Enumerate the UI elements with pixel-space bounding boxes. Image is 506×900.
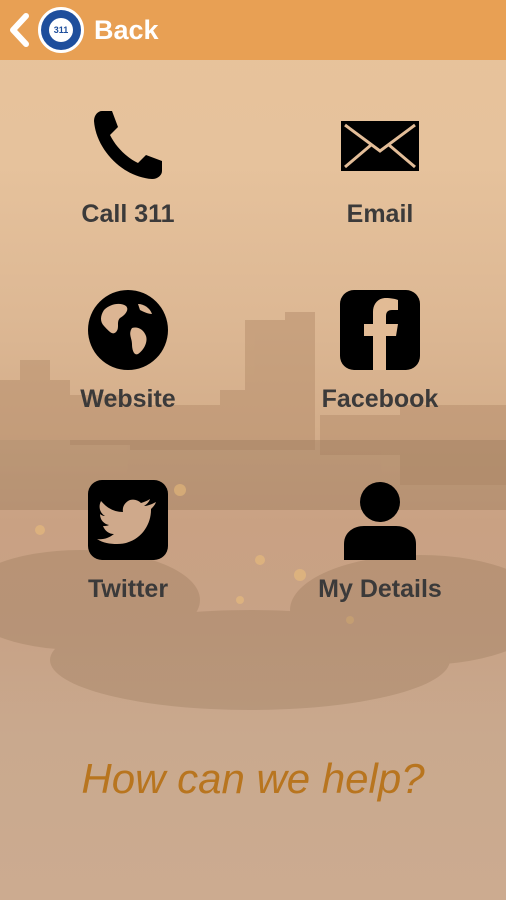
phone-icon (83, 100, 173, 190)
my-details-button[interactable]: My Details (280, 475, 480, 645)
call-311-button[interactable]: Call 311 (28, 100, 228, 270)
twitter-button[interactable]: Twitter (28, 475, 228, 645)
envelope-icon (335, 100, 425, 190)
tile-label: Facebook (321, 385, 439, 413)
website-button[interactable]: Website (28, 285, 228, 455)
tile-label: Email (346, 200, 414, 228)
help-prompt: How can we help? (81, 755, 425, 802)
email-button[interactable]: Email (280, 100, 480, 270)
top-bar: 311 Back (0, 0, 506, 60)
user-icon (335, 475, 425, 565)
facebook-button[interactable]: Facebook (280, 285, 480, 455)
globe-icon (83, 285, 173, 375)
logo-text: 311 (49, 18, 73, 42)
tile-label: My Details (318, 575, 442, 603)
tile-label: Website (80, 385, 176, 413)
twitter-icon (83, 475, 173, 565)
facebook-icon (335, 285, 425, 375)
tile-label: Call 311 (81, 200, 175, 228)
back-chevron-icon[interactable] (6, 10, 32, 50)
back-button[interactable]: Back (94, 15, 159, 46)
tile-label: Twitter (87, 575, 169, 603)
311-logo: 311 (38, 7, 84, 53)
